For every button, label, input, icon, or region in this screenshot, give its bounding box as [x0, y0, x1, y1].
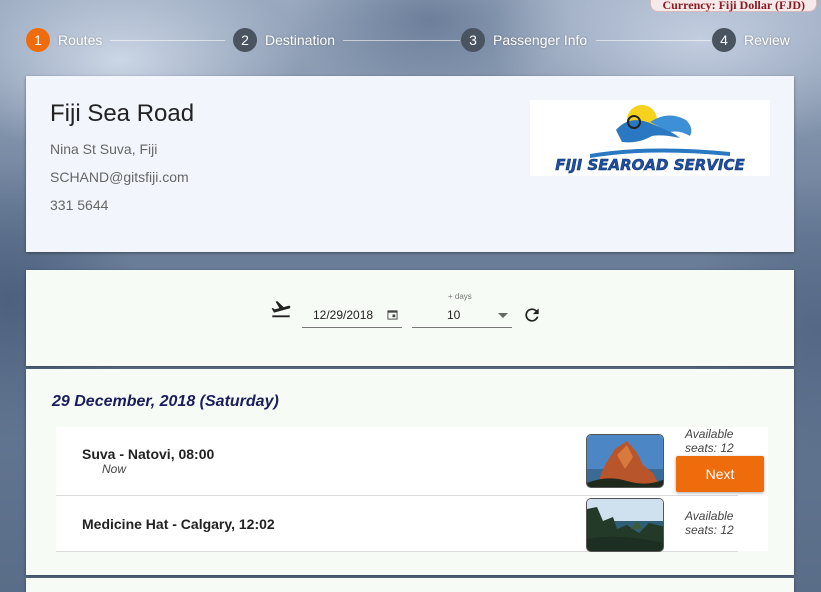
logo-text: FIJI SEAROAD SERVICE — [555, 156, 745, 174]
next-card — [26, 578, 794, 592]
step-review[interactable]: 4 Review — [712, 28, 790, 52]
days-select[interactable]: 10 — [412, 303, 512, 328]
trip-title: Medicine Hat - Calgary, 12:02 — [82, 516, 275, 532]
currency-badge: Currency: Fiji Dollar (FJD) — [650, 0, 817, 12]
company-logo: FIJI SEAROAD SERVICE — [530, 100, 770, 176]
trip-list: Suva - Natovi, 08:00 Now Available seats… — [56, 427, 768, 552]
trip-row[interactable]: Suva - Natovi, 08:00 Now Available seats… — [56, 427, 764, 496]
step-connector — [596, 40, 711, 41]
step-number: 4 — [712, 28, 736, 52]
days-value: 10 — [447, 308, 461, 322]
refresh-icon[interactable] — [522, 305, 542, 325]
flight-takeoff-icon — [271, 301, 291, 318]
step-number: 3 — [461, 28, 485, 52]
step-connector — [110, 40, 225, 41]
seats-available: Available seats: 12 — [685, 427, 734, 455]
search-card: 12/29/2018 + days 10 — [26, 270, 794, 366]
progress-stepper: 1 Routes 2 Destination 3 Passenger Info … — [26, 28, 794, 54]
company-card: Fiji Sea Road Nina St Suva, Fiji SCHAND@… — [26, 76, 794, 252]
trip-photo — [586, 434, 664, 488]
trip-photo — [586, 498, 664, 552]
next-button[interactable]: Next — [676, 456, 764, 492]
day-heading: 29 December, 2018 (Saturday) — [52, 393, 279, 410]
step-label: Passenger Info — [493, 32, 588, 48]
step-destination[interactable]: 2 Destination — [233, 28, 335, 52]
step-number: 2 — [233, 28, 257, 52]
chevron-down-icon — [498, 313, 508, 318]
seats-available: Available seats: 12 — [685, 509, 734, 537]
step-label: Review — [744, 32, 790, 48]
company-address: Nina St Suva, Fiji — [50, 141, 158, 157]
step-number: 1 — [26, 28, 50, 52]
trip-title: Suva - Natovi, 08:00 — [82, 446, 215, 462]
days-label: + days — [448, 292, 472, 301]
departure-date-input[interactable]: 12/29/2018 — [302, 303, 402, 328]
trip-row[interactable]: Medicine Hat - Calgary, 12:02 Available … — [56, 496, 738, 552]
step-routes[interactable]: 1 Routes — [26, 28, 102, 52]
step-passenger-info[interactable]: 3 Passenger Info — [461, 28, 587, 52]
results-card: 29 December, 2018 (Saturday) Suva - Nato… — [26, 369, 794, 575]
step-connector — [343, 40, 460, 41]
date-value: 12/29/2018 — [313, 308, 374, 322]
step-label: Routes — [58, 32, 103, 48]
trip-subtitle: Now — [102, 462, 127, 476]
company-phone: 331 5644 — [50, 197, 109, 213]
step-label: Destination — [265, 32, 336, 48]
calendar-icon[interactable] — [387, 309, 398, 320]
company-name: Fiji Sea Road — [50, 100, 195, 127]
company-email: SCHAND@gitsfiji.com — [50, 169, 189, 185]
